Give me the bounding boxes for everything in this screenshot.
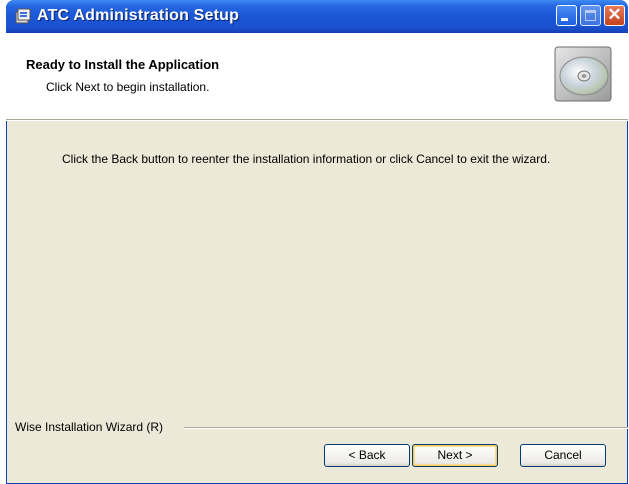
header-panel: Ready to Install the Application Click N…	[6, 33, 628, 119]
setup-window: ATC Administration Setup ✕ Ready to Inst…	[6, 0, 628, 484]
page-title: Ready to Install the Application	[26, 57, 220, 72]
cd-disc-icon	[554, 46, 612, 102]
installer-icon	[15, 8, 31, 24]
window-title: ATC Administration Setup	[37, 7, 240, 24]
footer-separator-highlight	[184, 428, 628, 429]
next-button[interactable]: Next >	[412, 444, 498, 467]
back-button[interactable]: < Back	[324, 444, 410, 467]
cancel-button[interactable]: Cancel	[520, 444, 606, 467]
minimize-button[interactable]	[556, 5, 577, 26]
close-button[interactable]: ✕	[604, 5, 625, 26]
maximize-button[interactable]	[580, 5, 601, 26]
maximize-icon	[585, 10, 596, 21]
title-bar[interactable]: ATC Administration Setup ✕	[6, 0, 628, 33]
page-subtitle: Click Next to begin installation.	[46, 80, 210, 94]
minimize-icon	[561, 18, 568, 21]
close-icon: ✕	[607, 5, 622, 24]
instructions-text: Click the Back button to reenter the ins…	[62, 152, 551, 166]
wise-brand-label: Wise Installation Wizard (R)	[15, 420, 170, 434]
header-separator-highlight	[6, 120, 628, 121]
